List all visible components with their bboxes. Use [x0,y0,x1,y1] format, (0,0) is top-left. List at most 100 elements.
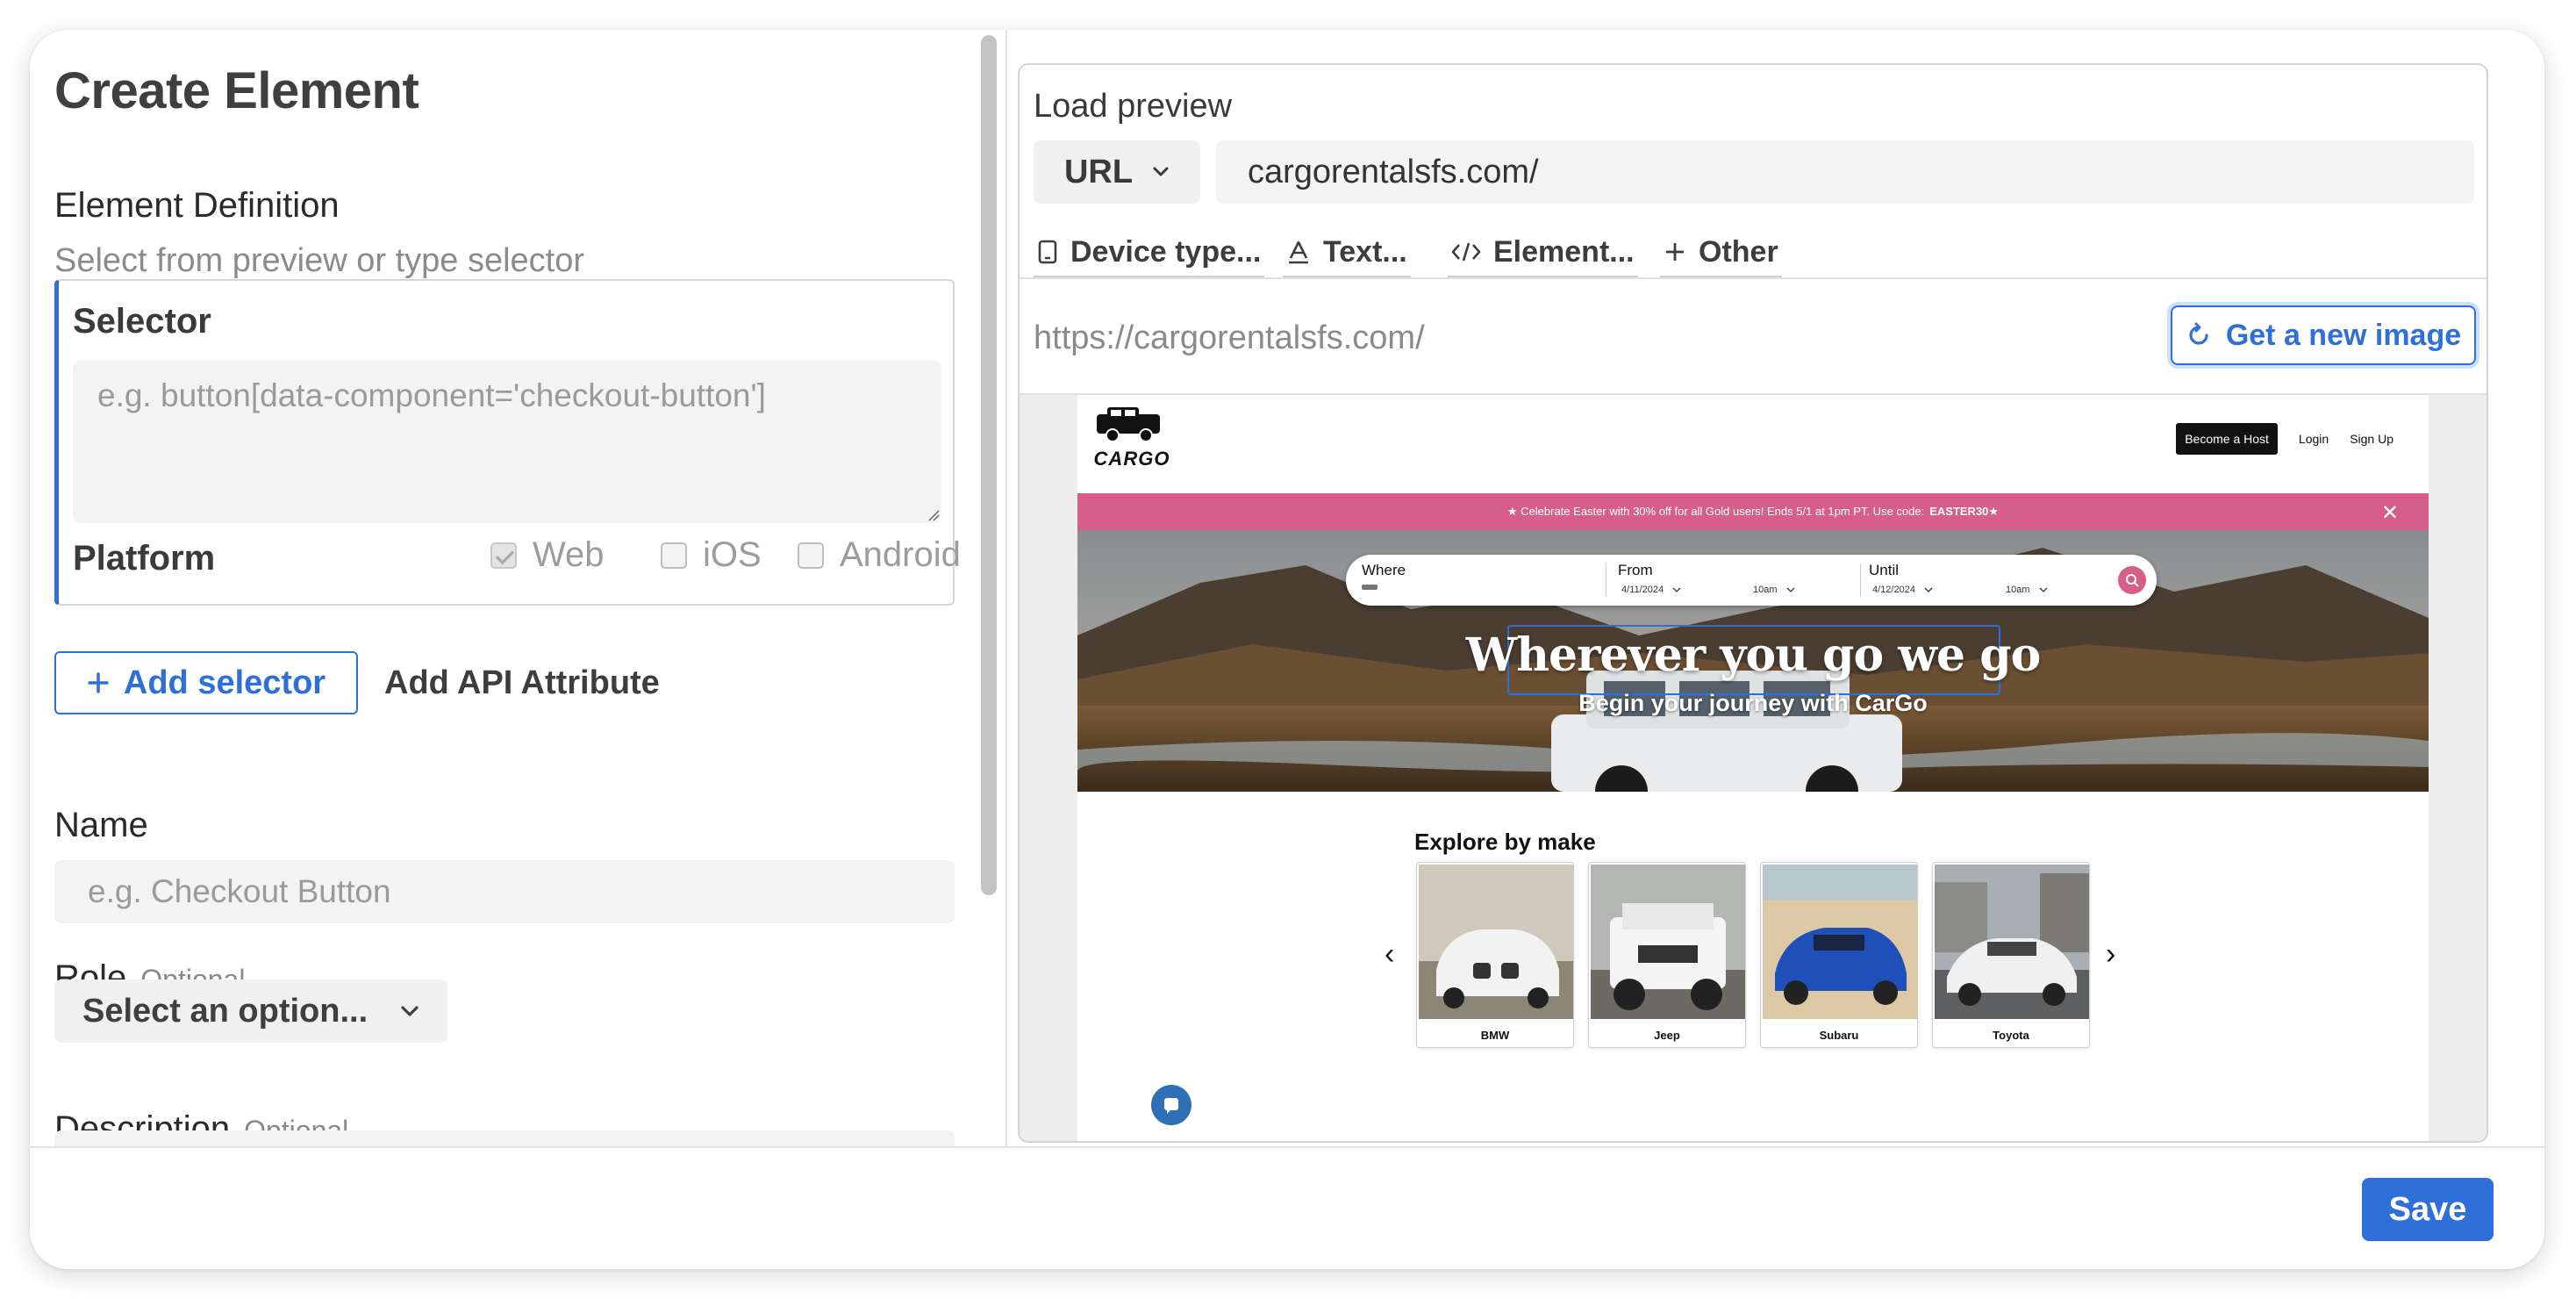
chat-icon [1164,1098,1178,1114]
site-nav: Become a Host Login Sign Up [2176,423,2394,455]
search-icon [2126,574,2139,587]
code-icon [1451,242,1481,262]
platform-web-label: Web [533,535,605,574]
source-type-value: URL [1063,153,1134,190]
element-form-pane: Create Element Element Definition Select… [30,30,976,1146]
plus-icon [88,672,109,693]
resize-grip-icon[interactable] [927,509,940,521]
make-name: Subaru [1819,1029,1859,1042]
hero-title[interactable]: Wherever you go we go [1077,628,2429,682]
source-type-dropdown[interactable]: URL [1034,140,1200,204]
refresh-icon [2189,322,2208,345]
selector-input[interactable] [73,360,941,523]
chevron-down-icon [401,1006,419,1016]
save-button[interactable]: Save [2362,1178,2494,1241]
logo-text: CARGO [1093,448,1170,470]
text-icon [1289,240,1308,264]
until-time: 10am [2006,585,2030,595]
name-input[interactable] [54,860,955,923]
footer-divider [30,1146,2544,1148]
make-card-bmw[interactable]: BMW [1416,862,1574,1048]
logo-car-icon [1097,407,1160,442]
chevron-down-icon [1786,587,1794,592]
add-api-attribute-button[interactable]: Add API Attribute [384,651,660,714]
make-card-jeep[interactable]: Jeep [1588,862,1746,1048]
device-icon [1038,240,1057,264]
where-label[interactable]: Where [1362,562,1406,579]
carousel-next-icon[interactable]: › [2106,937,2115,972]
become-host-button[interactable]: Become a Host [2176,423,2278,455]
divider [1020,277,2487,279]
add-selector-label: Add selector [123,664,326,701]
where-placeholder-mark [1362,585,1377,590]
other-option[interactable]: Other [1660,228,1782,277]
role-select-value: Select an option... [82,992,369,1030]
platform-label: Platform [73,539,216,578]
make-name: Jeep [1654,1029,1680,1042]
loaded-url: https://cargorentalsfs.com/ [1034,319,1425,356]
where-input[interactable] [1362,585,1377,590]
until-date: 4/12/2024 [1872,585,1915,595]
selector-title: Selector [73,302,211,341]
hero-subtitle[interactable]: Begin your journey with CarGo [1077,690,2429,717]
from-label: From [1618,562,1653,578]
preview-website[interactable]: CARGO Become a Host Login Sign Up ★ Cele… [1077,395,2429,1141]
signup-link[interactable]: Sign Up [2350,432,2394,446]
checkbox-icon[interactable] [661,542,687,569]
platform-web-checkbox[interactable]: Web [490,535,605,575]
make-name: BMW [1480,1029,1510,1042]
platform-ios-checkbox[interactable]: iOS [661,535,762,575]
selector-card: Selector Platform Web iOS Android [54,279,961,606]
toyota-car-image [1935,865,2089,1019]
checkbox-checked-icon[interactable] [490,542,517,569]
other-option-label: Other [1699,234,1778,269]
element-option[interactable]: Element... [1448,228,1638,277]
hero-search-bar: Where From 4/11/2024 10am Until 4/12/202… [1346,555,2157,606]
subaru-car-image [1763,865,1917,1019]
add-selector-button[interactable]: Add selector [54,651,358,714]
from-time-select[interactable]: 10am [1753,585,1795,595]
description-input[interactable] [54,1130,955,1146]
chevron-down-icon [2039,587,2047,592]
cargo-logo[interactable]: CARGO [1090,402,1174,476]
get-new-image-label: Get a new image [2225,318,2462,352]
promo-close-icon[interactable]: ✕ [2381,500,2399,526]
bmw-car-image [1419,865,1573,1019]
hero-section: Where From 4/11/2024 10am Until 4/12/202… [1077,530,2429,792]
url-input[interactable] [1216,140,2474,204]
promo-code: EASTER30★ [1929,505,2000,518]
form-scrollbar-thumb[interactable] [981,35,997,895]
make-card-subaru[interactable]: Subaru [1760,862,1918,1048]
role-select[interactable]: Select an option... [54,980,447,1043]
device-type-option[interactable]: Device type... [1034,228,1265,277]
preview-screenshot-area[interactable]: CARGO Become a Host Login Sign Up ★ Cele… [1020,395,2487,1141]
text-option-label: Text... [1323,234,1407,269]
explore-by-make-title: Explore by make [1414,829,1596,855]
from-time: 10am [1753,585,1778,595]
carousel-prev-icon[interactable]: ‹ [1385,937,1394,972]
login-link[interactable]: Login [2299,432,2329,446]
until-label: Until [1869,562,1900,578]
make-card-toyota[interactable]: Toyota [1932,862,2090,1048]
text-option[interactable]: Text... [1283,228,1411,277]
name-label: Name [54,806,148,844]
chat-launcher-button[interactable] [1151,1085,1191,1125]
element-option-label: Element... [1493,234,1635,269]
until-time-select[interactable]: 10am [2006,585,2048,595]
from-date-select[interactable]: 4/11/2024 [1621,585,1681,595]
until-date-select[interactable]: 4/12/2024 [1872,585,1933,595]
chevron-down-icon [1672,587,1681,592]
load-preview-title: Load preview [1034,88,1233,125]
checkbox-icon[interactable] [798,542,824,569]
divider [1860,563,1861,597]
search-button[interactable] [2118,566,2146,594]
promo-text: ★ Celebrate Easter with 30% off for all … [1506,505,1925,518]
jeep-car-image [1591,865,1745,1019]
platform-android-label: Android [840,535,961,574]
chevron-down-icon [1924,587,1933,592]
plus-icon [1666,243,1684,261]
platform-android-checkbox[interactable]: Android [798,535,961,575]
platform-ios-label: iOS [703,535,762,574]
get-new-image-button[interactable]: Get a new image [2171,305,2476,365]
pane-divider [1005,30,1007,1146]
